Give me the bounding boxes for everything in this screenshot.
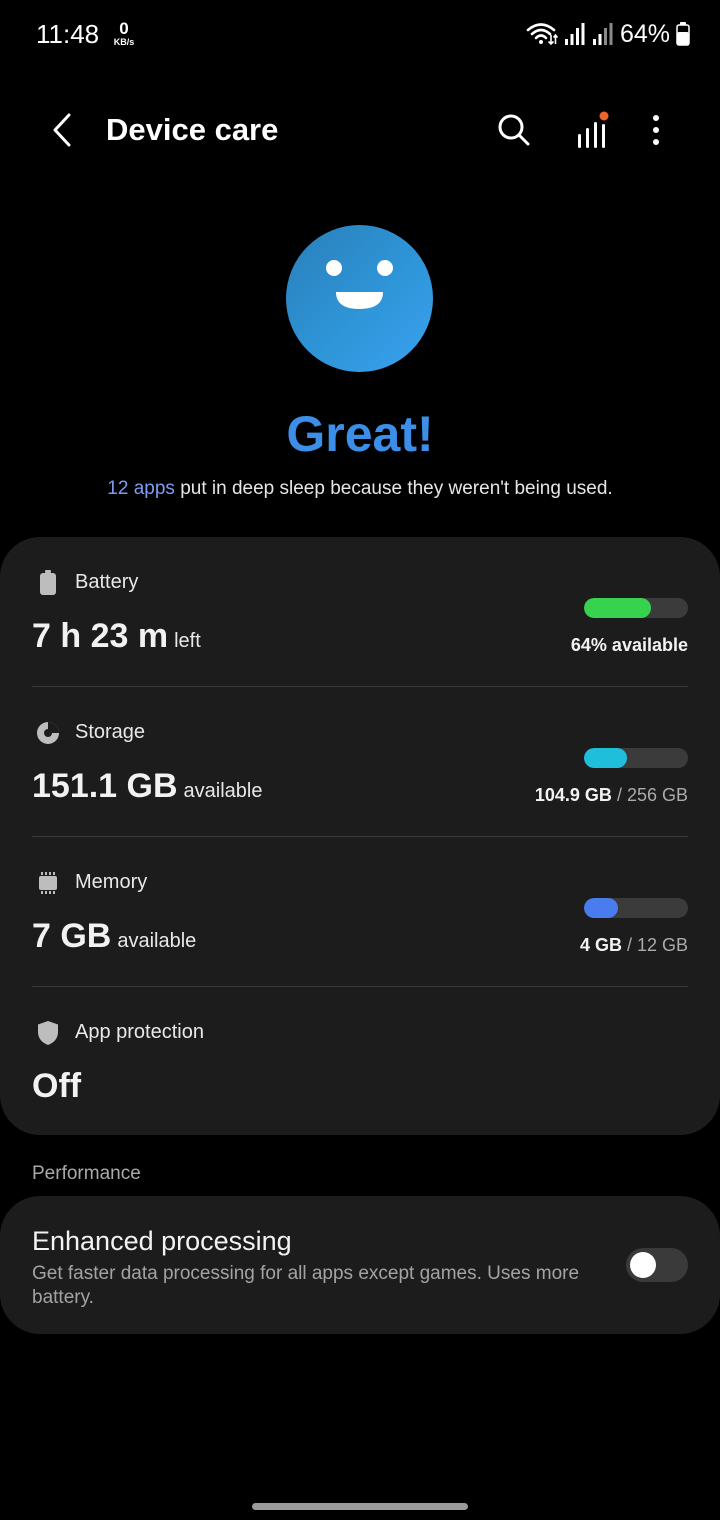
back-arrow-icon: [53, 113, 71, 147]
battery-time-left: 7 h 23 m left: [32, 617, 201, 656]
memory-available: 7 GB available: [32, 917, 196, 956]
shield-icon: [35, 1020, 61, 1046]
status-subtitle-text: put in deep sleep because they weren't b…: [174, 478, 613, 499]
status-icons: 64%: [526, 19, 690, 49]
search-icon: [498, 114, 530, 146]
memory-suffix: available: [117, 930, 197, 952]
app-protection-row[interactable]: App protection Off: [32, 987, 688, 1137]
network-speed-value: 0: [119, 19, 129, 38]
cell-signal-2-icon: [592, 23, 613, 45]
app-protection-value: Off: [32, 1067, 82, 1105]
smiling-face-icon: [286, 225, 433, 372]
memory-total: / 12 GB: [626, 935, 688, 955]
status-bar: 11:48 0 KB/s 64%: [0, 0, 720, 70]
stats-button[interactable]: [568, 106, 616, 154]
status-time: 11:48: [36, 19, 100, 49]
battery-icon: [676, 22, 690, 46]
app-bar: Device care: [0, 90, 720, 170]
toggle-knob: [630, 1252, 656, 1278]
enhanced-processing-title: Enhanced processing: [32, 1226, 292, 1256]
memory-label: Memory: [75, 871, 148, 893]
storage-suffix: available: [183, 780, 263, 802]
battery-row[interactable]: Battery 7 h 23 m left 64% available: [32, 537, 688, 687]
battery-bar: [584, 598, 688, 618]
more-options-icon: [653, 115, 659, 145]
performance-section-title: Performance: [32, 1163, 141, 1184]
battery-bar-fill: [584, 598, 651, 618]
storage-row[interactable]: Storage 151.1 GB available 104.9 GB / 256…: [32, 687, 688, 837]
battery-suffix: left: [174, 630, 201, 652]
wifi-icon: [526, 23, 558, 46]
memory-bar: [584, 898, 688, 918]
storage-detail: 104.9 GB / 256 GB: [535, 785, 688, 806]
device-care-screen: 11:48 0 KB/s 64% Device care Great! 12 a…: [0, 0, 720, 1520]
search-button[interactable]: [490, 106, 538, 154]
battery-percent: 64%: [619, 19, 670, 48]
page-title: Device care: [106, 112, 279, 147]
enhanced-processing-toggle[interactable]: [626, 1248, 688, 1282]
storage-value: 151.1 GB: [32, 767, 178, 805]
memory-row[interactable]: Memory 7 GB available 4 GB / 12 GB: [32, 837, 688, 987]
app-protection-label: App protection: [75, 1021, 204, 1043]
storage-icon: [35, 720, 61, 746]
battery-value: 7 h 23 m: [32, 617, 169, 655]
storage-used: 104.9 GB: [534, 785, 612, 805]
more-options-button[interactable]: [632, 106, 680, 154]
battery-label: Battery: [75, 571, 139, 593]
battery-detail: 64% available: [571, 635, 688, 656]
battery-available: 64% available: [570, 635, 688, 655]
status-subtitle: 12 apps put in deep sleep because they w…: [0, 478, 720, 500]
home-indicator[interactable]: [252, 1503, 468, 1510]
device-care-card: Battery 7 h 23 m left 64% available Stora…: [0, 537, 720, 1135]
memory-value: 7 GB: [32, 917, 112, 955]
cell-signal-icon: [564, 23, 585, 45]
memory-chip-icon: [35, 870, 61, 896]
network-speed: 0 KB/s: [110, 20, 138, 47]
back-button[interactable]: [40, 108, 84, 152]
storage-total: / 256 GB: [616, 785, 688, 805]
enhanced-processing-desc: Get faster data processing for all apps …: [32, 1263, 580, 1308]
storage-label: Storage: [75, 721, 146, 743]
face-features: [326, 260, 393, 309]
storage-bar: [584, 748, 688, 768]
storage-bar-fill: [584, 748, 627, 768]
memory-bar-fill: [584, 898, 619, 918]
stats-icon: [578, 111, 609, 148]
network-speed-unit: KB/s: [113, 37, 135, 47]
memory-used: 4 GB: [579, 935, 622, 955]
battery-icon: [35, 570, 61, 596]
storage-available: 151.1 GB available: [32, 767, 262, 806]
enhanced-processing-row[interactable]: Enhanced processing Get faster data proc…: [0, 1196, 720, 1334]
deep-sleep-apps-link[interactable]: 12 apps: [107, 478, 175, 499]
status-title: Great!: [286, 406, 434, 462]
memory-detail: 4 GB / 12 GB: [580, 935, 688, 956]
